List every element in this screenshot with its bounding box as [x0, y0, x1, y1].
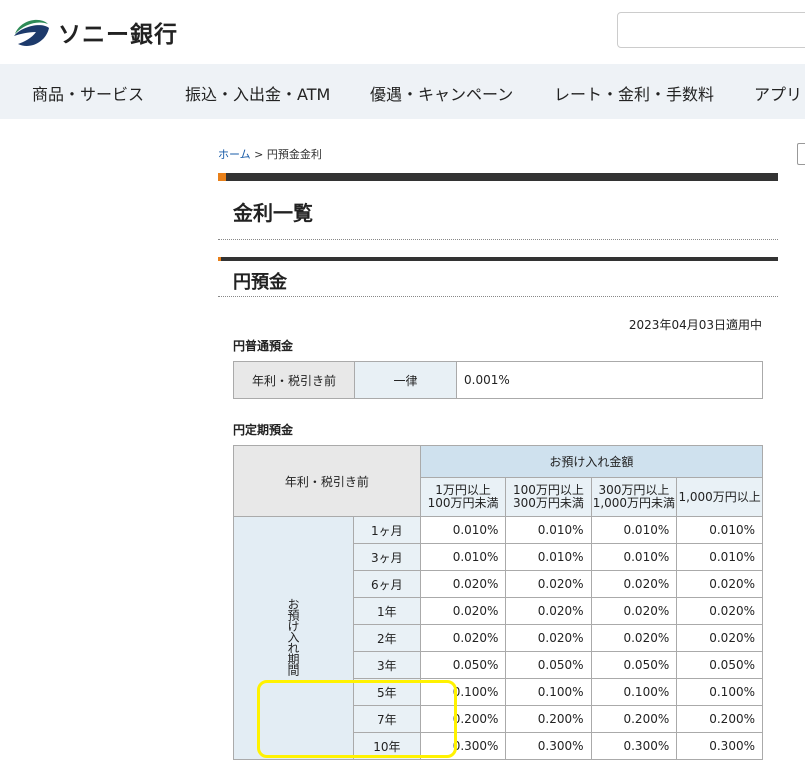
nav-item-rates[interactable]: レート・金利・手数料 — [554, 81, 714, 105]
rate-cell: 0.050% — [676, 651, 763, 679]
rate-cell: 0.300% — [676, 732, 763, 760]
title-bar — [218, 173, 778, 181]
term-cell: 5年 — [353, 678, 421, 706]
rate-cell: 0.020% — [419, 624, 507, 652]
rate-cell: 0.100% — [419, 678, 507, 706]
ordinary-type: 一律 — [354, 361, 457, 399]
fixed-rate-table: 年利・税引き前 お預け入れ金額 1万円以上 100万円未満 100万円以上 300万… — [233, 445, 764, 760]
section-accent — [218, 257, 221, 261]
rate-cell: 0.200% — [676, 705, 763, 733]
breadcrumb-current: 円預金金利 — [266, 148, 322, 161]
ordinary-rate-table: 年利・税引き前 一律 0.001% — [233, 361, 763, 399]
nav-item-campaign[interactable]: 優遇・キャンペーン — [370, 81, 513, 105]
term-cell: 1ヶ月 — [353, 516, 421, 544]
column-header: 300万円以上 1,000万円未満 — [590, 477, 678, 517]
breadcrumb-home[interactable]: ホーム — [218, 148, 251, 161]
rate-cell: 0.020% — [505, 570, 592, 598]
nav-item-transfer[interactable]: 振込・入出金・ATM — [185, 81, 330, 105]
side-toggle-button[interactable] — [797, 143, 805, 165]
term-cell: 1年 — [353, 597, 421, 625]
sony-bank-logo-icon[interactable] — [12, 12, 50, 50]
rate-cell: 0.100% — [505, 678, 592, 706]
site-header: ソニー銀行 — [0, 0, 805, 64]
rate-cell: 0.020% — [590, 570, 678, 598]
column-header: 100万円以上 300万円未満 — [505, 477, 592, 517]
effective-date: 2023年04月03日適用中 — [628, 318, 762, 332]
term-cell: 10年 — [353, 732, 421, 760]
ordinary-label: 年利・税引き前 — [233, 361, 355, 399]
rate-cell: 0.200% — [505, 705, 592, 733]
term-cell: 3年 — [353, 651, 421, 679]
rate-cell: 0.020% — [676, 624, 763, 652]
rate-cell: 0.020% — [590, 624, 678, 652]
rate-cell: 0.100% — [590, 678, 678, 706]
rate-cell: 0.100% — [676, 678, 763, 706]
search-input[interactable] — [617, 12, 805, 48]
page-title: 金利一覧 — [233, 201, 313, 225]
amount-header: お預け入れ金額 — [419, 445, 764, 478]
rate-cell: 0.020% — [676, 597, 763, 625]
rate-cell: 0.300% — [505, 732, 592, 760]
rate-cell: 0.300% — [419, 732, 507, 760]
breadcrumb-separator: > — [254, 148, 264, 161]
section-bar — [218, 257, 778, 261]
term-cell: 6ヶ月 — [353, 570, 421, 598]
rate-cell: 0.010% — [676, 516, 763, 544]
fixed-deposit-title: 円定期預金 — [233, 423, 294, 437]
global-nav: 商品・サービス 振込・入出金・ATM 優遇・キャンペーン レート・金利・手数料 … — [0, 64, 805, 119]
rate-cell: 0.050% — [590, 651, 678, 679]
term-cell: 7年 — [353, 705, 421, 733]
rate-cell: 0.010% — [590, 543, 678, 571]
rate-cell: 0.020% — [419, 597, 507, 625]
rate-cell: 0.010% — [676, 543, 763, 571]
divider — [218, 296, 778, 297]
rate-cell: 0.050% — [419, 651, 507, 679]
period-label: お預け入れ期間 — [233, 516, 354, 760]
section-title: 円預金 — [233, 272, 287, 293]
nav-item-products[interactable]: 商品・サービス — [32, 81, 144, 105]
rate-cell: 0.010% — [419, 543, 507, 571]
column-header: 1,000万円以上 — [676, 477, 763, 517]
logo-text[interactable]: ソニー銀行 — [58, 15, 178, 49]
rate-cell: 0.300% — [590, 732, 678, 760]
rate-cell: 0.020% — [590, 597, 678, 625]
term-cell: 2年 — [353, 624, 421, 652]
ordinary-deposit-title: 円普通預金 — [233, 339, 294, 353]
title-accent — [218, 173, 226, 181]
rate-cell: 0.200% — [590, 705, 678, 733]
column-header: 1万円以上 100万円未満 — [419, 477, 507, 517]
ordinary-rate: 0.001% — [456, 361, 763, 399]
rate-cell: 0.020% — [505, 624, 592, 652]
rate-cell: 0.010% — [590, 516, 678, 544]
rate-cell: 0.050% — [505, 651, 592, 679]
rate-cell: 0.010% — [505, 543, 592, 571]
rate-cell: 0.200% — [419, 705, 507, 733]
rate-cell: 0.010% — [505, 516, 592, 544]
rate-cell: 0.020% — [419, 570, 507, 598]
rate-cell: 0.020% — [505, 597, 592, 625]
fixed-corner-label: 年利・税引き前 — [233, 445, 421, 517]
breadcrumb: ホーム > 円預金金利 — [218, 146, 322, 162]
rate-cell: 0.010% — [419, 516, 507, 544]
term-cell: 3ヶ月 — [353, 543, 421, 571]
nav-item-app[interactable]: アプリ — [754, 81, 802, 105]
divider — [218, 239, 778, 240]
rate-cell: 0.020% — [676, 570, 763, 598]
